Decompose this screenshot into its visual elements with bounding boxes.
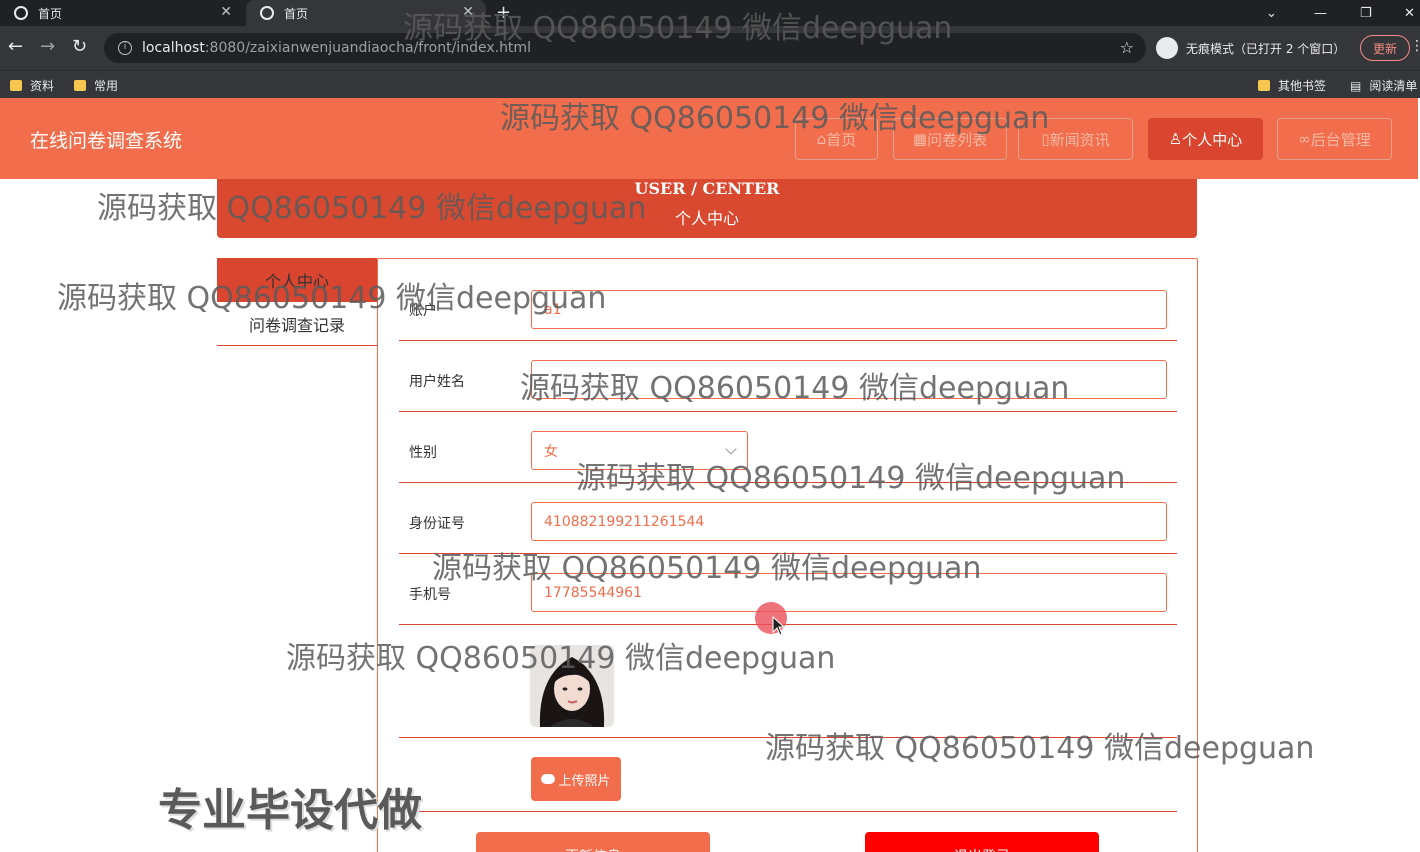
reload-icon[interactable]: ↻ — [72, 36, 87, 57]
globe-icon — [260, 6, 274, 20]
form-row-idcard: 身份证号 410882199211261544 — [399, 483, 1177, 554]
nav-survey-list[interactable]: ▦ 问卷列表 — [893, 118, 1007, 160]
side-item-user-center[interactable]: 个人中心 — [217, 258, 377, 302]
form-row-upload — [399, 738, 1177, 812]
reading-list-icon: ▤ — [1350, 78, 1362, 93]
phone-field[interactable]: 17785544961 — [531, 573, 1167, 612]
incognito-indicator[interactable]: 无痕模式（已打开 2 个窗口） — [1156, 33, 1345, 63]
nav-home[interactable]: ⌂ 首页 — [795, 118, 878, 160]
nav-label: 新闻资讯 — [1049, 130, 1110, 149]
web-page: 在线问卷调查系统 ⌂ 首页 ▦ 问卷列表 ▯ 新闻资讯 ♙ 个人中心 ∞ 后台管理 USE… — [0, 98, 1420, 852]
form-row-phone: 手机号 17785544961 — [399, 554, 1177, 625]
field-label: 用户姓名 — [409, 374, 465, 390]
logout-button[interactable]: 退出登录 — [865, 832, 1099, 852]
window-close-icon[interactable]: ✕ — [1404, 0, 1415, 26]
tab-search-icon[interactable]: ⌄ — [1266, 0, 1277, 26]
doc-icon: ▯ — [1041, 130, 1050, 148]
cursor-icon — [772, 616, 786, 636]
nav-user-center[interactable]: ♙ 个人中心 — [1148, 118, 1263, 160]
bookmark-folder[interactable]: 其他书签 — [1258, 77, 1326, 94]
side-menu: 个人中心 问卷调查记录 — [217, 258, 377, 346]
gender-select[interactable]: 女 — [531, 431, 748, 470]
incognito-icon — [1156, 37, 1178, 59]
bookmark-label: 其他书签 — [1278, 79, 1327, 93]
user-icon: ♙ — [1168, 130, 1183, 148]
update-button[interactable]: 更新 — [1360, 35, 1410, 61]
browser-tab-active[interactable]: 首页 ✕ — [246, 0, 486, 26]
browser-toolbar: ← → ↻ i localhost:8080/zaixianwenjuandia… — [0, 26, 1420, 70]
url-path: :8080/zaixianwenjuandiaocha/front/index.… — [204, 40, 531, 56]
link-icon: ∞ — [1298, 130, 1311, 148]
cloud-upload-icon — [541, 774, 556, 784]
bookmark-label: 常用 — [94, 79, 119, 93]
folder-icon — [1258, 80, 1270, 91]
idcard-field[interactable]: 410882199211261544 — [531, 502, 1167, 541]
info-icon[interactable]: i — [118, 41, 132, 55]
field-label: 性别 — [409, 445, 437, 461]
grid-icon: ▦ — [912, 130, 928, 148]
globe-icon — [14, 6, 28, 20]
form-row-gender: 性别 女 — [399, 412, 1177, 483]
new-tab-icon[interactable]: + — [496, 2, 511, 23]
nav-label: 个人中心 — [1182, 130, 1243, 149]
chevron-down-icon — [725, 442, 737, 455]
bookmark-folder[interactable]: 资料 — [10, 77, 54, 94]
field-label: 账户 — [409, 303, 437, 319]
nav-label: 后台管理 — [1310, 130, 1371, 149]
tab-title: 首页 — [38, 6, 63, 21]
field-label: 身份证号 — [409, 516, 465, 532]
incognito-label: 无痕模式（已打开 2 个窗口） — [1186, 41, 1346, 56]
banner-title-cn: 个人中心 — [674, 209, 739, 228]
form-row-account: 账户 a1 — [399, 259, 1177, 341]
form-row-name: 用户姓名 — [399, 341, 1177, 412]
upload-photo-button[interactable]: 上传照片 — [531, 757, 621, 801]
profile-form: 账户 a1 用户姓名 性别 女 身份证号 410882199211261544 … — [377, 258, 1198, 852]
nav-news[interactable]: ▯ 新闻资讯 — [1018, 118, 1133, 160]
nav-label: 问卷列表 — [927, 130, 988, 149]
home-icon: ⌂ — [816, 130, 827, 148]
star-icon[interactable]: ☆ — [1120, 38, 1134, 57]
reading-list[interactable]: ▤ 阅读清单 — [1350, 77, 1417, 94]
side-item-survey-records[interactable]: 问卷调查记录 — [217, 302, 377, 346]
folder-icon — [10, 80, 22, 91]
account-field[interactable]: a1 — [531, 290, 1167, 329]
page-banner: USER / CENTER 个人中心 — [217, 179, 1197, 238]
nav-admin[interactable]: ∞ 后台管理 — [1277, 118, 1392, 160]
banner-title-en: USER / CENTER — [634, 179, 780, 198]
promo-text: 专业毕设代做 — [158, 785, 422, 836]
browser-tab-bar: 首页 ✕ 首页 ✕ + ⌄ — ❐ ✕ — [0, 0, 1420, 26]
field-label: 手机号 — [409, 587, 451, 603]
close-icon[interactable]: ✕ — [462, 4, 474, 20]
nav-label: 首页 — [826, 130, 857, 149]
close-icon[interactable]: ✕ — [220, 4, 232, 20]
browser-tab[interactable]: 首页 ✕ — [0, 0, 244, 26]
address-bar[interactable]: i localhost:8080/zaixianwenjuandiaocha/f… — [104, 33, 1146, 63]
back-icon[interactable]: ← — [8, 36, 23, 57]
site-title: 在线问卷调查系统 — [30, 130, 183, 152]
gender-value: 女 — [544, 443, 558, 460]
update-info-button[interactable]: 更新信息 — [476, 832, 710, 852]
form-row-avatar — [399, 625, 1177, 738]
menu-icon[interactable]: ⋮ — [1410, 38, 1420, 54]
bookmarks-bar: 资料 常用 其他书签 ▤ 阅读清单 — [0, 70, 1420, 98]
bookmark-label: 资料 — [30, 79, 55, 93]
tab-title: 首页 — [284, 6, 309, 21]
forward-icon[interactable]: → — [40, 36, 55, 57]
restore-icon[interactable]: ❐ — [1360, 0, 1372, 26]
upload-label: 上传照片 — [558, 773, 611, 789]
url-host: localhost — [142, 40, 205, 56]
bookmark-folder[interactable]: 常用 — [74, 77, 118, 94]
folder-icon — [74, 80, 86, 91]
bookmark-label: 阅读清单 — [1369, 79, 1418, 93]
name-field[interactable] — [531, 360, 1167, 399]
minimize-icon[interactable]: — — [1314, 0, 1327, 26]
site-header: 在线问卷调查系统 ⌂ 首页 ▦ 问卷列表 ▯ 新闻资讯 ♙ 个人中心 ∞ 后台管理 — [0, 98, 1418, 179]
avatar — [530, 645, 614, 727]
